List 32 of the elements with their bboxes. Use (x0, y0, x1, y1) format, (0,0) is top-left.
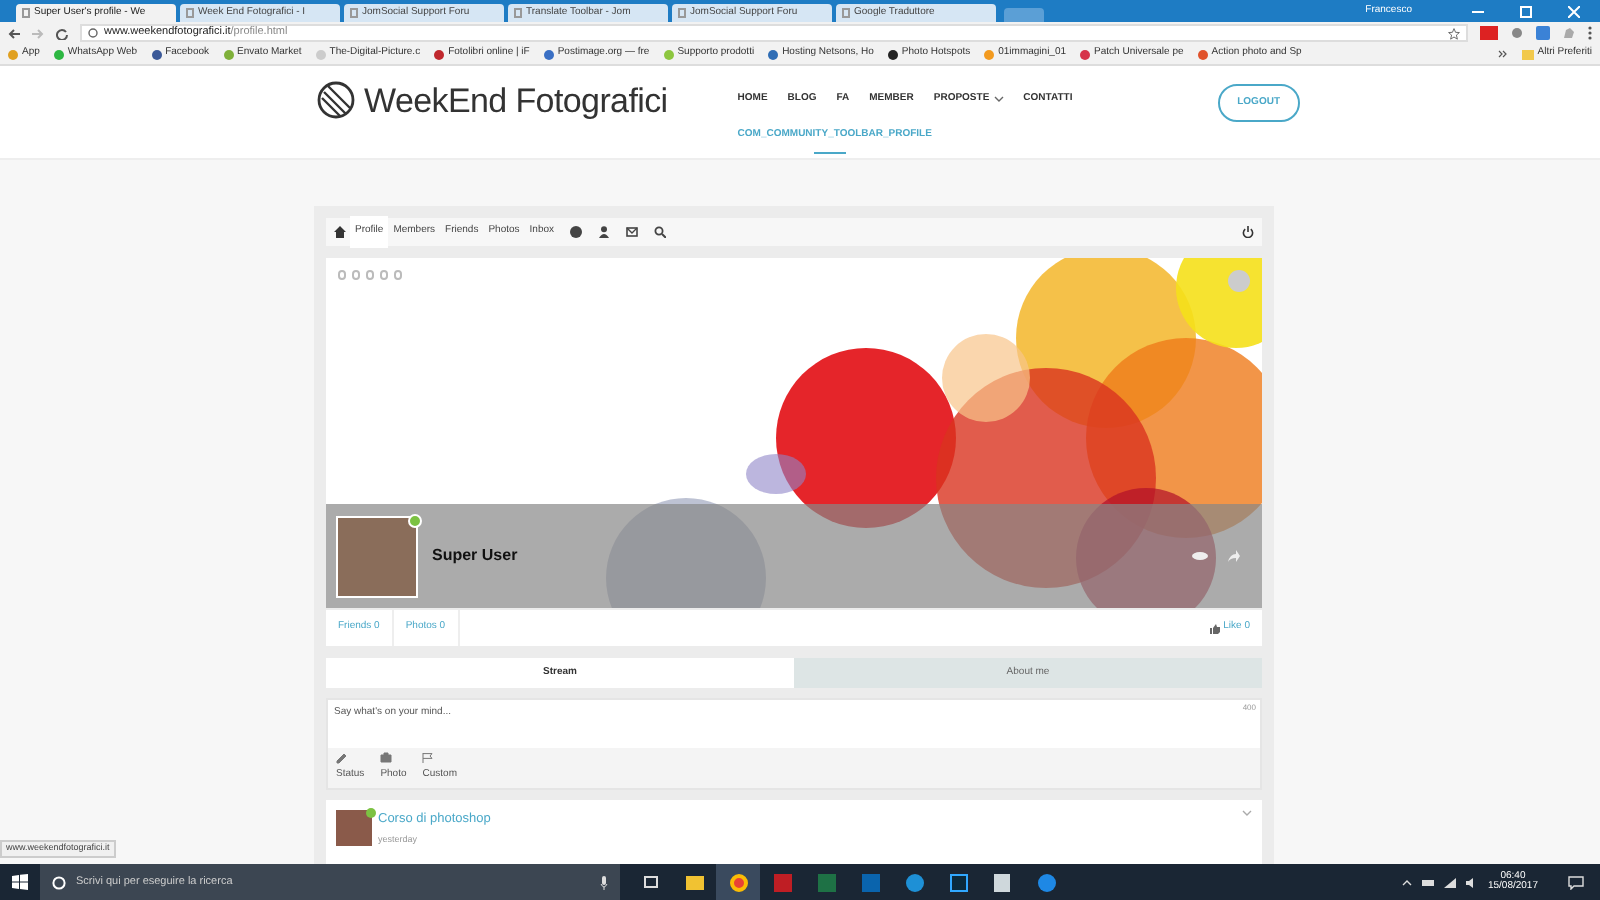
person-icon[interactable] (597, 226, 610, 238)
rating-placeholder-icon (338, 270, 402, 280)
chevron-up-icon[interactable] (1401, 879, 1412, 885)
cortana-ring-icon (52, 875, 66, 889)
gear-icon[interactable] (1510, 26, 1524, 40)
speaker-icon[interactable] (1465, 877, 1478, 887)
info-icon (88, 28, 98, 38)
caret-icon[interactable] (993, 96, 1004, 103)
microphone-icon[interactable] (600, 875, 608, 889)
home-icon[interactable] (334, 226, 346, 238)
maximize-icon[interactable] (1520, 5, 1532, 17)
overflow-chevron-icon[interactable] (1497, 50, 1508, 58)
battery-icon[interactable] (1421, 879, 1434, 885)
back-arrow-icon[interactable] (8, 27, 20, 39)
thumbs-up-icon (1209, 623, 1220, 633)
envelope-icon[interactable] (625, 226, 638, 238)
site-logo[interactable]: WeekEnd Fotografici (364, 83, 668, 117)
close-icon[interactable] (1568, 5, 1580, 17)
camera-icon[interactable] (380, 752, 393, 765)
minimize-icon[interactable] (1472, 5, 1484, 17)
folder-icon (1521, 49, 1534, 59)
notification-icon[interactable] (1568, 875, 1584, 889)
search-icon[interactable] (653, 226, 666, 238)
logo-icon[interactable] (316, 80, 356, 120)
profile-name: Super User (432, 544, 518, 568)
pencil-icon[interactable] (336, 752, 348, 765)
reload-icon[interactable] (56, 27, 68, 39)
windows-start-icon[interactable] (12, 874, 28, 890)
flag-icon[interactable] (422, 752, 435, 765)
star-icon[interactable] (1448, 27, 1460, 39)
chrome-icon[interactable] (716, 864, 760, 900)
power-icon[interactable] (1242, 226, 1254, 238)
